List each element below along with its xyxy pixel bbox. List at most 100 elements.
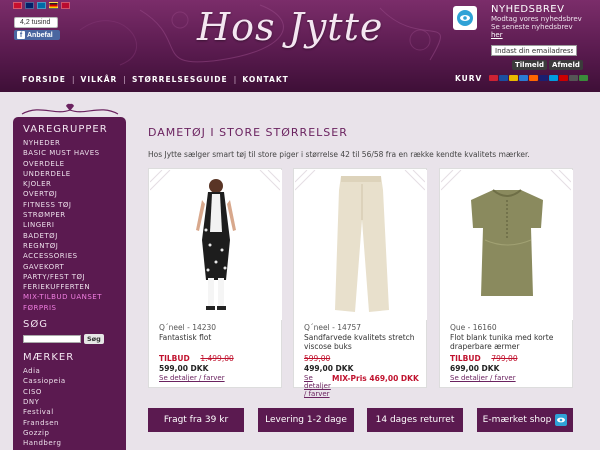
category-item-forpris[interactable]: FØRPRIS	[23, 303, 126, 313]
product-details-link[interactable]: Se detaljer / farver	[304, 374, 331, 398]
nav-vilkar[interactable]: VILKÅR	[81, 75, 118, 84]
facebook-recommend-button[interactable]: f Anbefal	[14, 30, 60, 40]
brand-item[interactable]: Handberg	[23, 438, 126, 448]
category-item[interactable]: OVERDELE	[23, 159, 126, 169]
brand-item[interactable]: Gozzip	[23, 428, 126, 438]
category-item[interactable]: FITNESS TØJ	[23, 200, 126, 210]
payment-card-icon	[539, 75, 548, 81]
uk-flag-icon[interactable]	[25, 2, 34, 9]
old-price: 799,00	[491, 354, 518, 363]
lace-corner-icon	[295, 170, 316, 191]
brand-item[interactable]: Festival	[23, 407, 126, 417]
product-card-1[interactable]: Q´neel - 14230 Fantastisk flot TILBUD 1.…	[148, 168, 282, 388]
brand-item[interactable]: Frandsen	[23, 418, 126, 428]
brand-list: Adia Cassiopeia CISO DNY Festival Frands…	[23, 366, 126, 448]
product-offer-line: TILBUD 1.499,00	[159, 354, 234, 363]
category-item[interactable]: LINGERI	[23, 220, 126, 230]
product-brand: Q´neel - 14230	[159, 323, 217, 332]
denmark-flag-icon[interactable]	[13, 2, 22, 9]
feature-label: Fragt fra 39 kr	[163, 415, 229, 425]
search-input[interactable]	[23, 335, 81, 344]
lace-corner-icon	[150, 170, 171, 191]
product-image-tunic[interactable]	[441, 170, 573, 320]
site-header: 4,2 tusind f Anbefal Hos Jytte NYHEDSBRE…	[0, 0, 600, 92]
subscribe-button[interactable]: Tilmeld	[512, 60, 548, 70]
brand-item[interactable]: Adia	[23, 366, 126, 376]
category-item[interactable]: GAVEKORT	[23, 262, 126, 272]
sidebar-ornament-icon	[21, 103, 119, 115]
lace-corner-icon	[259, 170, 280, 191]
categories-title: VAREGRUPPER	[23, 124, 108, 135]
feature-emaerket[interactable]: E-mærket shop	[477, 408, 573, 432]
brand-item[interactable]: CISO	[23, 387, 126, 397]
category-item[interactable]: STRØMPER	[23, 210, 126, 220]
site-logo[interactable]: Hos Jytte	[197, 5, 407, 61]
category-item[interactable]: OVERTØJ	[23, 189, 126, 199]
feature-label: 14 dages returret	[375, 415, 455, 425]
search-button[interactable]: Søg	[84, 334, 104, 345]
offer-label: TILBUD	[450, 354, 481, 363]
sidebar: VAREGRUPPER NYHEDER BASIC MUST HAVES OVE…	[13, 117, 126, 450]
brand-item[interactable]: DNY	[23, 397, 126, 407]
nav-separator: |	[123, 74, 126, 84]
feature-returns[interactable]: 14 dages returret	[367, 408, 463, 432]
category-item[interactable]: REGNTØJ	[23, 241, 126, 251]
offer-label: TILBUD	[159, 354, 190, 363]
product-price: 599,00 DKK	[159, 364, 209, 373]
cart-link[interactable]: KURV	[455, 74, 482, 83]
product-name[interactable]: Fantastisk flot	[159, 333, 281, 342]
newsletter-email-input[interactable]	[491, 45, 577, 56]
facebook-icon: f	[17, 31, 25, 39]
old-price: 1.499,00	[200, 354, 234, 363]
payment-card-icon	[579, 75, 588, 81]
product-card-3[interactable]: Que - 16160 Flot blank tunika med korte …	[439, 168, 573, 388]
feature-shipping[interactable]: Fragt fra 39 kr	[148, 408, 244, 432]
recommend-label: Anbefal	[27, 31, 53, 39]
sweden-flag-icon[interactable]	[37, 2, 46, 9]
payment-card-icon	[569, 75, 578, 81]
payment-card-icon	[499, 75, 508, 81]
search-row: Søg	[23, 334, 126, 345]
feature-delivery[interactable]: Levering 1-2 dage	[258, 408, 354, 432]
payment-cards	[489, 75, 588, 81]
category-item[interactable]: NYHEDER	[23, 138, 126, 148]
product-name[interactable]: Flot blank tunika med korte draperbare æ…	[450, 333, 572, 351]
newsletter-here-link[interactable]: her	[491, 31, 587, 39]
mix-price: MIX-Pris 469,00 DKK	[332, 374, 419, 383]
category-item[interactable]: BASIC MUST HAVES	[23, 148, 126, 158]
category-item[interactable]: UNDERDELE	[23, 169, 126, 179]
e-maerket-logo-icon[interactable]	[453, 6, 477, 30]
lace-corner-icon	[550, 170, 571, 191]
payment-card-icon	[509, 75, 518, 81]
category-item[interactable]: PARTY/FEST TØJ	[23, 272, 126, 282]
product-image-dress[interactable]	[150, 170, 282, 320]
nav-separator: |	[233, 74, 237, 84]
category-item-mix-tilbud[interactable]: MIX-TILBUD UANSET	[23, 292, 126, 302]
nav-forside[interactable]: FORSIDE	[22, 75, 66, 84]
e-maerket-icon	[555, 414, 568, 426]
product-card-2[interactable]: Q´neel - 14757 Sandfarvede kvalitets str…	[293, 168, 427, 398]
brands-title: MÆRKER	[23, 352, 75, 364]
nav-storrelsesguide[interactable]: STØRRELSESGUIDE	[132, 75, 228, 84]
germany-flag-icon[interactable]	[49, 2, 58, 9]
payment-card-icon	[519, 75, 528, 81]
product-brand: Que - 16160	[450, 323, 497, 332]
product-name[interactable]: Sandfarvede kvalitets stretch viscose bu…	[304, 333, 426, 351]
product-price: 499,00 DKK	[304, 364, 354, 373]
category-item[interactable]: FERIEKUFFERTEN	[23, 282, 126, 292]
nav-kontakt[interactable]: KONTAKT	[242, 75, 288, 84]
category-item[interactable]: BADETØJ	[23, 231, 126, 241]
newsletter-text-line2: Se seneste nyhedsbrev	[491, 23, 573, 31]
product-offer-line: TILBUD 799,00	[450, 354, 518, 363]
unsubscribe-button[interactable]: Afmeld	[549, 60, 583, 70]
category-item[interactable]: ACCESSORIES	[23, 251, 126, 261]
product-details-link[interactable]: Se detaljer / farver	[159, 374, 225, 382]
category-item[interactable]: KJOLER	[23, 179, 126, 189]
feature-label: E-mærket shop	[482, 415, 552, 425]
norway-flag-icon[interactable]	[61, 2, 70, 9]
page-title: DAMETØJ I STORE STØRRELSER	[148, 126, 348, 139]
brand-item[interactable]: Cassiopeia	[23, 376, 126, 386]
product-image-trousers[interactable]	[295, 170, 427, 320]
search-title: SØG	[23, 319, 48, 331]
product-details-link[interactable]: Se detaljer / farver	[450, 374, 516, 382]
